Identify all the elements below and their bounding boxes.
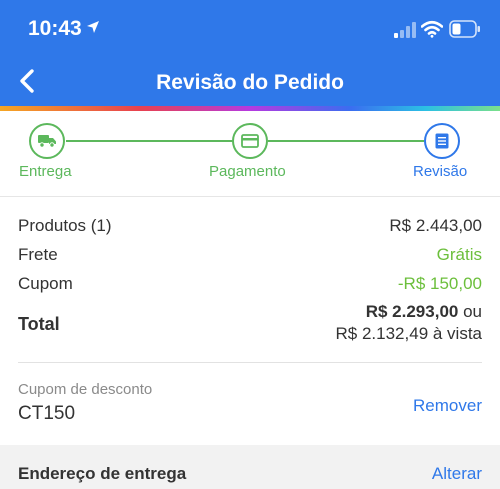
coupon-discount-value: -R$ 150,00 <box>397 274 482 293</box>
coupon-row: Cupom -R$ 150,00 <box>18 274 482 296</box>
truck-icon <box>38 135 56 148</box>
divider <box>18 362 482 363</box>
total-label: Total <box>18 314 60 334</box>
coupon-section-title: Cupom de desconto <box>18 381 153 398</box>
step-connector <box>268 140 424 142</box>
cellular-signal-icon <box>394 22 416 38</box>
step-review[interactable] <box>424 123 460 159</box>
shipping-label: Frete <box>18 245 58 264</box>
step-connector <box>66 140 234 142</box>
wifi-icon <box>421 20 443 38</box>
location-arrow-icon <box>87 21 99 33</box>
total-value: R$ 2.293,00 ou R$ 2.132,49 à vista <box>336 301 482 345</box>
credit-card-icon <box>241 134 259 148</box>
products-row: Produtos (1) R$ 2.443,00 <box>18 216 482 238</box>
shipping-row: Frete Grátis <box>18 245 482 267</box>
status-time: 10:43 <box>28 17 82 40</box>
products-value: R$ 2.443,00 <box>389 216 482 235</box>
coupon-label: Cupom <box>18 274 73 293</box>
step-label-review: Revisão <box>413 163 468 180</box>
address-section-title: Endereço de entrega <box>18 464 187 483</box>
page-title: Revisão do Pedido <box>156 71 344 94</box>
remove-coupon-button[interactable]: Remover <box>413 396 482 416</box>
coupon-code: CT150 <box>18 403 76 424</box>
step-label-delivery: Entrega <box>19 163 72 180</box>
total-or: ou <box>458 302 482 321</box>
status-bar: 10:43 <box>0 0 500 56</box>
document-icon <box>435 133 449 149</box>
battery-icon <box>449 20 480 38</box>
total-cash-price: R$ 2.132,49 à vista <box>335 324 482 343</box>
step-payment[interactable] <box>232 123 268 159</box>
nav-bar: Revisão do Pedido <box>0 56 500 106</box>
shipping-value: Grátis <box>436 245 482 264</box>
products-label: Produtos (1) <box>18 216 112 235</box>
step-label-payment: Pagamento <box>209 163 286 180</box>
header: 10:43 Revisão do Pedido <box>0 0 500 106</box>
step-delivery[interactable] <box>29 123 65 159</box>
total-price: R$ 2.293,00 <box>365 302 459 321</box>
change-address-button[interactable]: Alterar <box>432 464 482 484</box>
total-row: Total R$ 2.293,00 ou R$ 2.132,49 à vista <box>18 301 482 347</box>
checkout-stepper: Entrega Pagamento Revisão <box>0 111 500 197</box>
